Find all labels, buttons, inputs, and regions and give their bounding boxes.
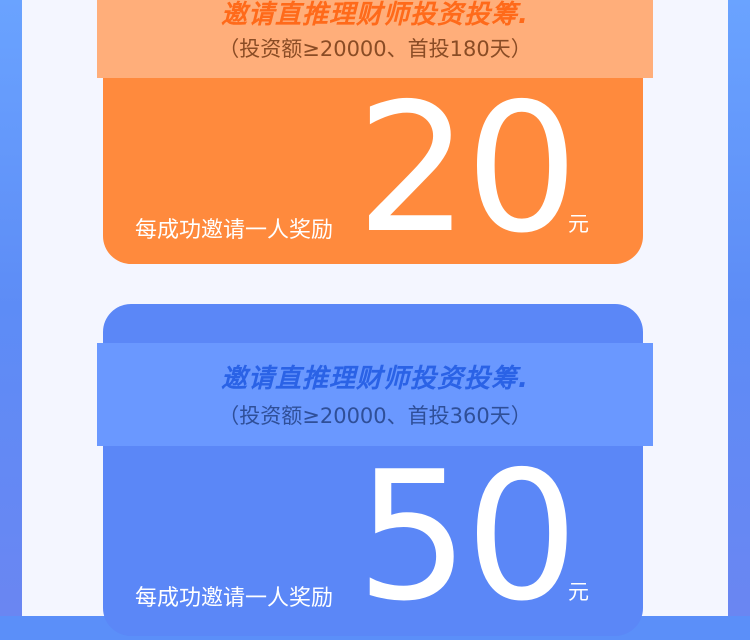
reward-card-50-label: 每成功邀请一人奖励 bbox=[135, 586, 334, 611]
reward-card-20-condition: （投资额≥20000、首投180天） bbox=[218, 37, 532, 61]
left-gradient-strip bbox=[0, 0, 22, 616]
reward-card-50-header-band: 邀请直推理财师投资投筹. （投资额≥20000、首投360天） bbox=[97, 343, 653, 446]
reward-card-20-amount: 20 bbox=[356, 65, 578, 272]
reward-card-20-unit: 元 bbox=[568, 212, 589, 236]
reward-card-50-unit: 元 bbox=[568, 580, 589, 604]
reward-card-50-headline: 邀请直推理财师投资投筹. bbox=[221, 364, 529, 394]
reward-card-20-headline: 邀请直推理财师投资投筹. bbox=[221, 0, 529, 30]
reward-card-50-condition: （投资额≥20000、首投360天） bbox=[218, 404, 532, 428]
reward-card-20-label: 每成功邀请一人奖励 bbox=[135, 218, 334, 243]
right-gradient-strip bbox=[728, 0, 750, 616]
reward-card-50-amount: 50 bbox=[356, 433, 578, 640]
